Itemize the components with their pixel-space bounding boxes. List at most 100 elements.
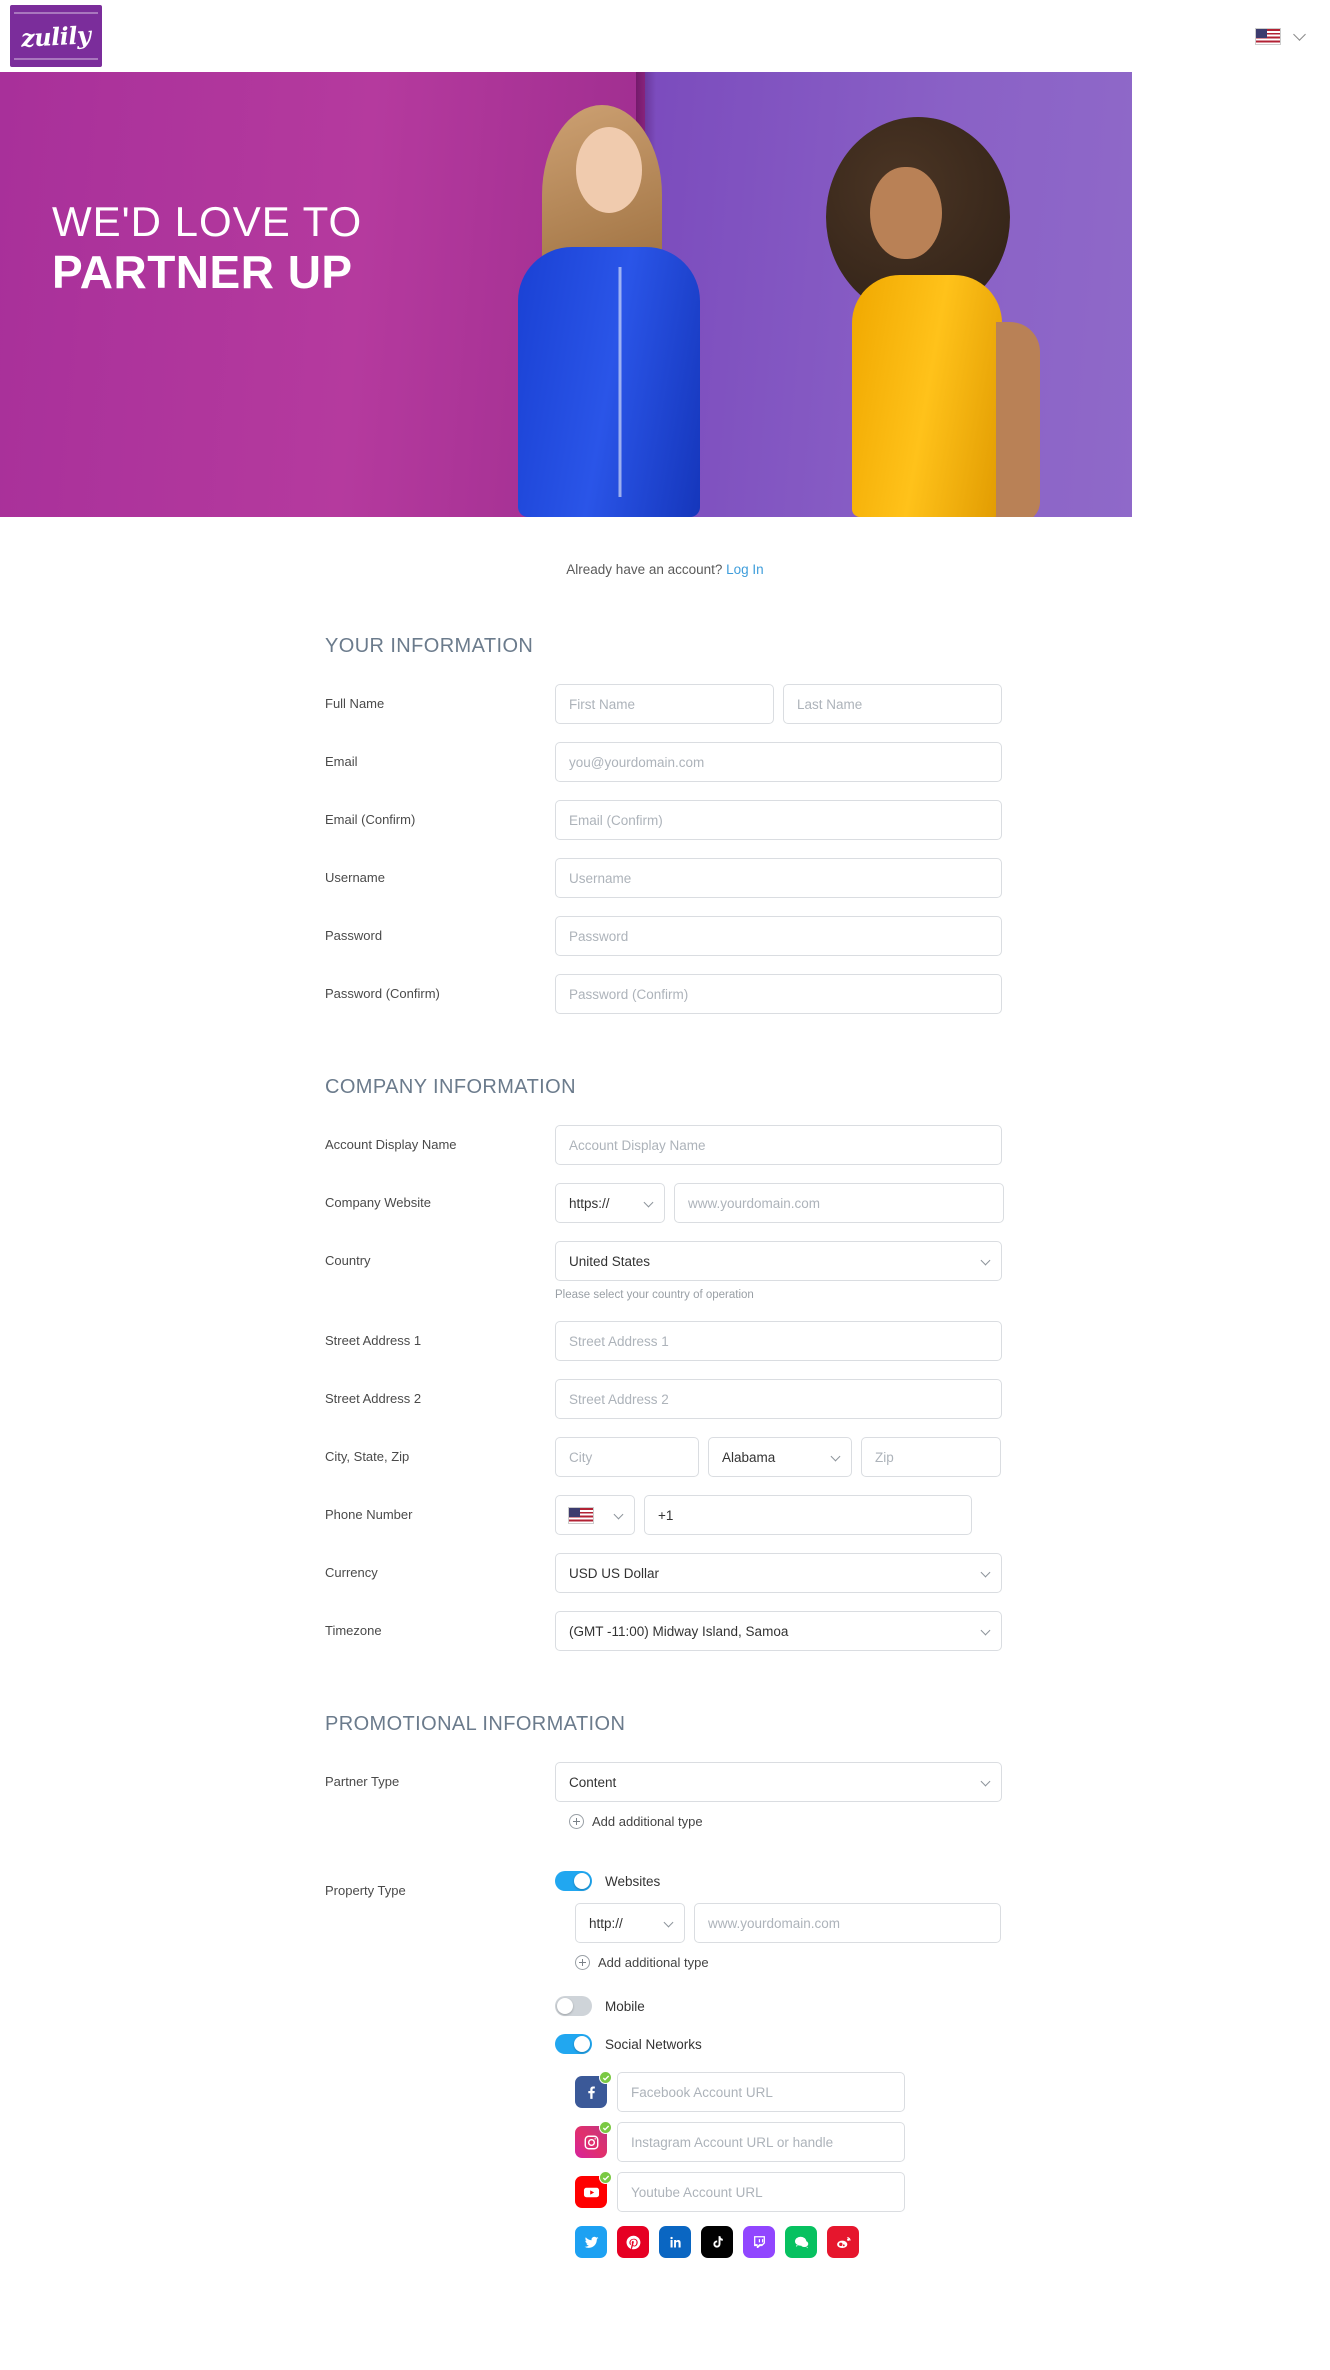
chevron-down-icon	[980, 1625, 991, 1636]
property-website-protocol-select[interactable]: http://	[575, 1903, 685, 1943]
account-display-name-input[interactable]	[555, 1125, 1002, 1165]
pinterest-icon[interactable]	[617, 2226, 649, 2258]
chevron-down-icon	[613, 1509, 624, 1520]
social-networks-toggle[interactable]	[555, 2034, 592, 2054]
add-additional-property-type-button[interactable]: Add additional type	[575, 1955, 1001, 1970]
social-networks-toggle-row[interactable]: Social Networks	[555, 2034, 1001, 2054]
state-select[interactable]: Alabama	[708, 1437, 852, 1477]
label-property-type: Property Type	[325, 1883, 406, 1898]
add-additional-partner-type-button[interactable]: Add additional type	[569, 1814, 1002, 1829]
plus-circle-icon	[575, 1955, 590, 1970]
label-phone-number: Phone Number	[325, 1507, 413, 1522]
row-password-confirm: Password (Confirm)	[0, 974, 1330, 1014]
partner-type-select[interactable]: Content	[555, 1762, 1002, 1802]
mobile-toggle-row[interactable]: Mobile	[555, 1996, 1001, 2016]
signup-page: Already have an account? Log In YOUR INF…	[0, 517, 1330, 2316]
label-street-address-1: Street Address 1	[325, 1333, 422, 1348]
company-website-input[interactable]	[674, 1183, 1004, 1223]
facebook-account-row	[575, 2071, 1001, 2112]
chevron-down-icon	[830, 1451, 841, 1462]
label-currency: Currency	[325, 1565, 378, 1580]
label-username: Username	[325, 870, 385, 885]
label-city-state-zip: City, State, Zip	[325, 1449, 410, 1464]
phone-country-select[interactable]	[555, 1495, 635, 1535]
label-company-website: Company Website	[325, 1195, 431, 1210]
row-username: Username	[0, 858, 1330, 898]
existing-account-line: Already have an account? Log In	[0, 517, 1330, 577]
last-name-input[interactable]	[783, 684, 1002, 724]
row-email: Email	[0, 742, 1330, 782]
password-confirm-input[interactable]	[555, 974, 1002, 1014]
row-country: Country United States	[0, 1241, 1330, 1281]
company-website-protocol-select[interactable]: https://	[555, 1183, 665, 1223]
locale-selector[interactable]	[1255, 27, 1306, 45]
mobile-toggle[interactable]	[555, 1996, 592, 2016]
timezone-select[interactable]: (GMT -11:00) Midway Island, Samoa	[555, 1611, 1002, 1651]
password-input[interactable]	[555, 916, 1002, 956]
chevron-down-icon	[980, 1567, 991, 1578]
row-street-address-1: Street Address 1	[0, 1321, 1330, 1361]
city-input[interactable]	[555, 1437, 699, 1477]
email-confirm-input[interactable]	[555, 800, 1002, 840]
chevron-down-icon	[1293, 27, 1306, 41]
verified-check-icon	[599, 2171, 612, 2184]
row-account-display-name: Account Display Name	[0, 1125, 1330, 1165]
site-header: zulily	[0, 0, 1330, 72]
signup-form: YOUR INFORMATION Full Name Email Email (…	[0, 635, 1330, 2258]
zulily-logo[interactable]: zulily	[10, 5, 102, 67]
zip-input[interactable]	[861, 1437, 1001, 1477]
country-value: United States	[569, 1253, 651, 1269]
row-timezone: Timezone (GMT -11:00) Midway Island, Sam…	[0, 1611, 1330, 1651]
label-email: Email	[325, 754, 358, 769]
facebook-account-input[interactable]	[617, 2072, 905, 2112]
facebook-icon[interactable]	[575, 2071, 612, 2108]
plus-circle-icon	[569, 1814, 584, 1829]
wechat-icon[interactable]	[785, 2226, 817, 2258]
chevron-down-icon	[643, 1197, 654, 1208]
model-blue-outfit	[470, 87, 770, 517]
websites-toggle[interactable]	[555, 1871, 592, 1891]
youtube-account-input[interactable]	[617, 2172, 905, 2212]
row-email-confirm: Email (Confirm)	[0, 800, 1330, 840]
phone-number-input[interactable]	[644, 1495, 972, 1535]
row-street-address-2: Street Address 2	[0, 1379, 1330, 1419]
login-link[interactable]: Log In	[726, 562, 764, 577]
twitter-icon[interactable]	[575, 2226, 607, 2258]
label-password-confirm: Password (Confirm)	[325, 986, 440, 1001]
instagram-account-input[interactable]	[617, 2122, 905, 2162]
mobile-toggle-label: Mobile	[605, 1998, 645, 2014]
linkedin-icon[interactable]	[659, 2226, 691, 2258]
us-flag-icon	[1255, 27, 1281, 45]
websites-toggle-row[interactable]: Websites	[555, 1871, 1001, 1891]
add-additional-partner-type-label: Add additional type	[592, 1814, 703, 1829]
street-address-1-input[interactable]	[555, 1321, 1002, 1361]
company-website-protocol-value: https://	[569, 1195, 610, 1211]
social-network-picker	[575, 2226, 1001, 2258]
first-name-input[interactable]	[555, 684, 774, 724]
weibo-icon[interactable]	[827, 2226, 859, 2258]
row-partner-type: Partner Type Content Add additional type	[0, 1762, 1330, 1829]
hero-headline-line2: PARTNER UP	[52, 246, 353, 299]
label-street-address-2: Street Address 2	[325, 1391, 422, 1406]
partner-type-value: Content	[569, 1774, 617, 1790]
twitch-icon[interactable]	[743, 2226, 775, 2258]
section-title-company-information: COMPANY INFORMATION	[325, 1076, 576, 1098]
section-title-promotional-information: PROMOTIONAL INFORMATION	[325, 1713, 626, 1735]
email-input[interactable]	[555, 742, 1002, 782]
property-website-input[interactable]	[694, 1903, 1001, 1943]
street-address-2-input[interactable]	[555, 1379, 1002, 1419]
verified-check-icon	[599, 2121, 612, 2134]
tiktok-icon[interactable]	[701, 2226, 733, 2258]
username-input[interactable]	[555, 858, 1002, 898]
instagram-icon[interactable]	[575, 2121, 612, 2158]
youtube-icon[interactable]	[575, 2171, 612, 2208]
timezone-value: (GMT -11:00) Midway Island, Samoa	[569, 1623, 789, 1639]
us-flag-icon	[568, 1506, 594, 1524]
currency-select[interactable]: USD US Dollar	[555, 1553, 1002, 1593]
chevron-down-icon	[663, 1917, 674, 1928]
row-full-name: Full Name	[0, 684, 1330, 724]
label-account-display-name: Account Display Name	[325, 1137, 457, 1152]
section-title-your-information: YOUR INFORMATION	[325, 635, 534, 657]
country-select[interactable]: United States	[555, 1241, 1002, 1281]
existing-account-prompt: Already have an account?	[566, 562, 723, 577]
